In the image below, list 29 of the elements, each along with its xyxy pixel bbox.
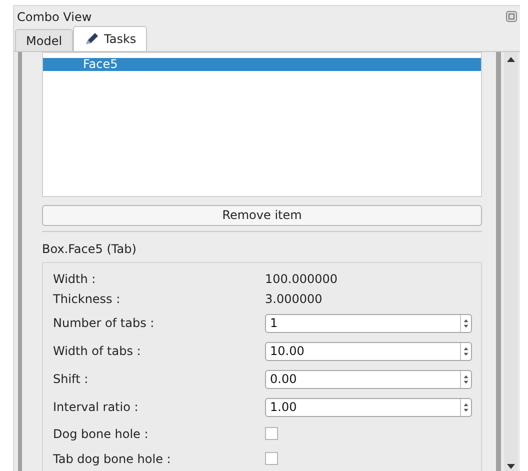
spin-box[interactable]: 10.00: [265, 342, 472, 360]
list-item[interactable]: Face5: [43, 58, 481, 71]
spin-arrows-icon[interactable]: [460, 314, 471, 332]
spin-box[interactable]: 1.00: [265, 398, 472, 416]
spin-arrows-icon[interactable]: [460, 370, 471, 388]
field-label: Interval ratio :: [53, 399, 140, 416]
tab[interactable]: Tasks: [73, 26, 148, 51]
field-label: Dog bone hole :: [53, 426, 150, 442]
spin-box[interactable]: 0.00: [265, 370, 472, 388]
tab[interactable]: Model: [15, 29, 74, 51]
field-label: Thickness :: [53, 291, 122, 308]
undock-icon[interactable]: [506, 11, 517, 22]
group-title: Box.Face5 (Tab): [42, 241, 138, 258]
remove-item-button[interactable]: Remove item: [42, 204, 482, 226]
checkbox[interactable]: [265, 452, 278, 465]
checkbox[interactable]: [265, 427, 278, 440]
field-value: 100.000000: [265, 271, 338, 288]
field-value: 3.000000: [265, 291, 322, 308]
panel-title: Combo View: [17, 8, 93, 26]
scroll-down-icon[interactable]: [507, 464, 515, 469]
field-label: Number of tabs :: [53, 315, 156, 332]
field-label: Tab dog bone hole :: [53, 450, 172, 468]
field-label: Width :: [53, 271, 97, 288]
field-label: Width of tabs :: [53, 343, 142, 360]
spin-box[interactable]: 1: [265, 314, 472, 332]
field-label: Shift :: [53, 371, 90, 388]
spin-arrows-icon[interactable]: [460, 398, 471, 416]
spin-arrows-icon[interactable]: [460, 342, 471, 360]
scroll-up-icon[interactable]: [507, 57, 515, 62]
